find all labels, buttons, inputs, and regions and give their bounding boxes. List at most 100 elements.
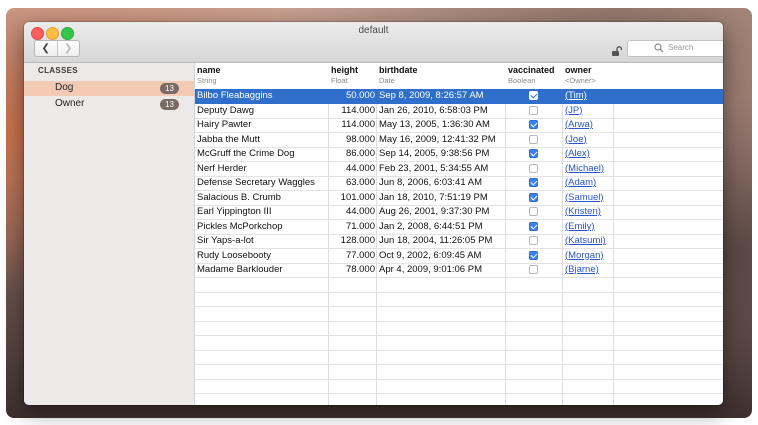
vaccinated-checkbox[interactable] <box>529 250 538 260</box>
chevron-right-icon: ❯ <box>64 43 73 54</box>
cell-height: 44.000 <box>345 206 375 217</box>
classes-sidebar: CLASSES Dog 13 Owner 13 <box>24 63 195 405</box>
vaccinated-checkbox[interactable] <box>529 192 538 202</box>
table-row[interactable]: Rudy Loosebooty 77.000 Oct 9, 2002, 6:09:4… <box>195 249 723 264</box>
forward-button[interactable]: ❯ <box>56 41 80 56</box>
cell-name: Defense Secretary Waggles <box>197 177 315 188</box>
sidebar-item-owner[interactable]: Owner 13 <box>24 97 194 112</box>
cell-name: Rudy Loosebooty <box>197 249 271 261</box>
table-row[interactable]: Pickles McPorkchop 71.000 Jan 2, 2008, 6:4… <box>195 220 723 235</box>
vaccinated-checkbox[interactable] <box>529 105 538 115</box>
cell-vaccinated <box>508 133 562 147</box>
owner-link[interactable]: (Michael) <box>565 162 613 176</box>
cell-birthdate: Aug 26, 2001, 9:37:30 PM <box>379 206 490 217</box>
vaccinated-checkbox[interactable] <box>529 91 538 100</box>
vaccinated-checkbox[interactable] <box>529 265 538 274</box>
vaccinated-checkbox[interactable] <box>529 149 538 158</box>
table-row[interactable]: Salacious B. Crumb 101.000 Jan 18, 2010, 7… <box>195 191 723 206</box>
cell-height: 101.000 <box>340 191 375 203</box>
owner-link[interactable]: (Emily) <box>565 220 613 234</box>
cell-name: McGruff the Crime Dog <box>197 148 295 159</box>
owner-link[interactable]: (Adam) <box>565 176 613 190</box>
unlocked-padlock-icon[interactable] <box>611 44 623 56</box>
column-header-height[interactable]: height Float <box>331 65 358 85</box>
owner-link[interactable]: (Joe) <box>565 133 613 147</box>
cell-name: Salacious B. Crumb <box>197 191 281 203</box>
cell-height: 128.000 <box>340 235 375 246</box>
owner-link[interactable]: (Morgan) <box>565 249 613 263</box>
vaccinated-checkbox[interactable] <box>529 178 538 187</box>
empty-row <box>195 350 723 365</box>
empty-row <box>195 307 723 322</box>
search-field[interactable]: Search <box>627 40 723 57</box>
cell-name: Bilbo Fleabaggins <box>197 90 273 101</box>
column-header-name[interactable]: name String <box>197 65 221 85</box>
empty-row <box>195 365 723 380</box>
cell-vaccinated <box>508 191 562 205</box>
count-badge: 13 <box>160 99 179 110</box>
cell-vaccinated <box>508 263 562 277</box>
owner-link[interactable]: (Tim) <box>565 89 613 103</box>
cell-height: 86.000 <box>345 148 375 159</box>
cell-birthdate: Oct 9, 2002, 6:09:45 AM <box>379 249 482 261</box>
owner-link[interactable]: (Kristen) <box>565 205 613 219</box>
count-badge: 13 <box>160 83 179 94</box>
owner-link[interactable]: (JP) <box>565 104 613 118</box>
column-header-birthdate[interactable]: birthdate Date <box>379 65 418 85</box>
cell-birthdate: Sep 8, 2009, 8:26:57 AM <box>379 90 484 101</box>
table-row[interactable]: Bilbo Fleabaggins 50.000 Sep 8, 2009, 8:26… <box>195 89 723 104</box>
back-button[interactable]: ❮ <box>35 41 57 56</box>
vaccinated-checkbox[interactable] <box>529 207 538 216</box>
cell-vaccinated <box>508 162 562 176</box>
owner-link[interactable]: (Bjarne) <box>565 263 613 277</box>
cell-name: Deputy Dawg <box>197 104 255 116</box>
cell-vaccinated <box>508 89 562 103</box>
empty-row <box>195 336 723 351</box>
table-row[interactable]: Sir Yaps-a-lot 128.000 Jun 18, 2004, 11:26… <box>195 234 723 249</box>
cell-name: Hairy Pawter <box>197 119 252 130</box>
column-header-vaccinated[interactable]: vaccinated Boolean <box>508 65 555 85</box>
sidebar-item-dog[interactable]: Dog 13 <box>24 81 194 96</box>
table-row[interactable]: Defense Secretary Waggles 63.000 Jun 8, 20… <box>195 176 723 191</box>
owner-link[interactable]: (Samuel) <box>565 191 613 205</box>
title-bar: default ❮ ❯ Search <box>24 22 723 63</box>
vaccinated-checkbox[interactable] <box>529 236 538 245</box>
table-row[interactable]: McGruff the Crime Dog 86.000 Sep 14, 2005,… <box>195 147 723 162</box>
cell-vaccinated <box>508 234 562 248</box>
vaccinated-checkbox[interactable] <box>529 221 538 231</box>
cell-height: 77.000 <box>345 249 375 261</box>
cell-birthdate: May 13, 2005, 1:36:30 AM <box>379 119 490 130</box>
table-row[interactable]: Earl Yippington III 44.000 Aug 26, 2001, 9… <box>195 205 723 220</box>
cell-birthdate: Jan 2, 2008, 6:44:51 PM <box>379 220 483 232</box>
vaccinated-checkbox[interactable] <box>529 134 538 144</box>
cell-name: Sir Yaps-a-lot <box>197 235 254 246</box>
sidebar-item-label: Owner <box>55 98 85 109</box>
table-row[interactable]: Madame Barklouder 78.000 Apr 4, 2009, 9:01… <box>195 263 723 278</box>
empty-row <box>195 292 723 307</box>
cell-name: Jabba the Mutt <box>197 133 260 145</box>
vaccinated-checkbox[interactable] <box>529 120 538 129</box>
table-row[interactable]: Hairy Pawter 114.000 May 13, 2005, 1:36:30… <box>195 118 723 133</box>
table-row[interactable]: Deputy Dawg 114.000 Jan 26, 2010, 6:58:03 … <box>195 104 723 119</box>
vaccinated-checkbox[interactable] <box>529 163 538 173</box>
empty-row <box>195 379 723 394</box>
column-header-owner[interactable]: owner <Owner> <box>565 65 596 85</box>
table-row[interactable]: Nerf Herder 44.000 Feb 23, 2001, 5:34:55 A… <box>195 162 723 177</box>
empty-row <box>195 394 723 406</box>
owner-link[interactable]: (Arwa) <box>565 118 613 132</box>
empty-row <box>195 278 723 293</box>
cell-birthdate: Sep 14, 2005, 9:38:56 PM <box>379 148 490 159</box>
cell-birthdate: Feb 23, 2001, 5:34:55 AM <box>379 162 489 174</box>
cell-vaccinated <box>508 220 562 234</box>
cell-height: 98.000 <box>345 133 375 145</box>
owner-link[interactable]: (Alex) <box>565 147 613 161</box>
cell-birthdate: Jan 18, 2010, 7:51:19 PM <box>379 191 488 203</box>
cell-name: Nerf Herder <box>197 162 247 174</box>
table-header: name String height Float birthdate Date … <box>195 63 723 90</box>
table-row[interactable]: Jabba the Mutt 98.000 May 16, 2009, 12:41:… <box>195 133 723 148</box>
cell-height: 71.000 <box>345 220 375 232</box>
search-placeholder: Search <box>668 43 694 52</box>
cell-height: 78.000 <box>345 264 375 275</box>
owner-link[interactable]: (Katsumi) <box>565 234 613 248</box>
cell-vaccinated <box>508 249 562 263</box>
